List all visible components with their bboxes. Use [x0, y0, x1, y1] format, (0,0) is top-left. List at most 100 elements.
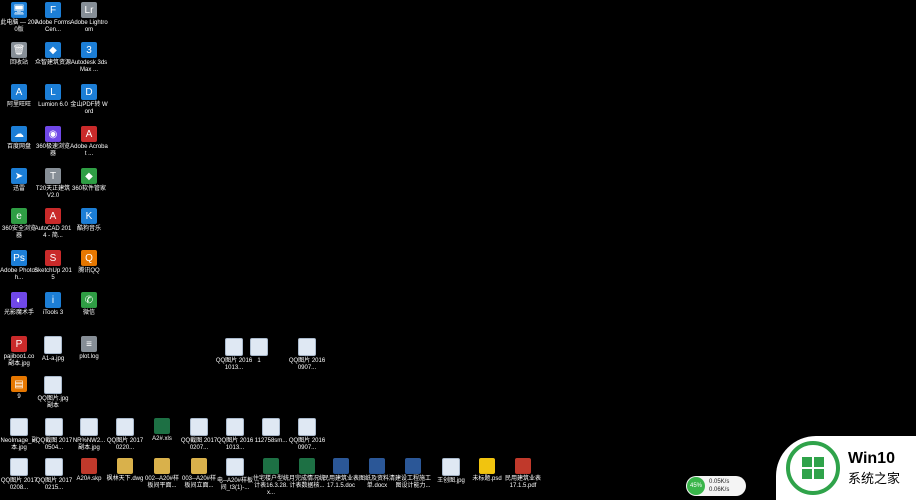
- t20-icon: T: [45, 168, 61, 184]
- download-speed: 0.06K/s: [709, 487, 730, 493]
- desktop-icon-pajibao[interactable]: Ppajiboo1.co 副本.jpg: [0, 336, 38, 368]
- desktop-icon-plotlog[interactable]: ≡ plot.log: [70, 336, 108, 361]
- desktop-icon-label: 9: [17, 394, 21, 400]
- desktop-icon-baidu[interactable]: ☁ 百度网盘: [0, 126, 38, 151]
- a2xls-icon: [154, 418, 170, 434]
- desktop-icon-qqimg3[interactable]: QQ图片 20170220...: [106, 418, 144, 452]
- desktop-icon-label: 此电脑 — 2000版: [0, 20, 38, 33]
- desktop-icon-a2xls[interactable]: A2#.xls: [143, 418, 181, 443]
- desktop-icon-zhongzhi[interactable]: ◆ 众智建筑资源: [34, 42, 72, 67]
- desktop-icon-a20skp[interactable]: A20#.skp: [70, 458, 108, 483]
- desktop-icon-pc[interactable]: 🖥 此电脑 — 2000版: [0, 2, 38, 34]
- desktop-icon-label: 112758sm...: [254, 438, 288, 444]
- desktop-icon-label: 003--A20#样板间立面...: [181, 476, 217, 489]
- tencentqq-icon: Q: [81, 250, 97, 266]
- desktop-icon-a20plan[interactable]: 002--A20#样板间平面...: [143, 458, 181, 490]
- acrobat-icon: A: [81, 126, 97, 142]
- desktop-icon-qqshot2[interactable]: QQ截图 20170207...: [180, 418, 218, 452]
- lightwizard-icon: ◐: [11, 292, 27, 308]
- desktop-icon-formscentral[interactable]: F Adobe FormsCen...: [34, 2, 72, 34]
- watermark-line2: 系统之家: [848, 470, 901, 486]
- desktop-icon-autodesk3ds[interactable]: 3 Autodesk 3ds Max ...: [70, 42, 108, 74]
- desktop-icon-label: plot.log: [79, 354, 99, 360]
- pc-icon: 🖥: [11, 2, 27, 18]
- yuansu-icon: [299, 458, 315, 474]
- desktop-icon-weibiaoti[interactable]: 未标题.psd: [468, 458, 506, 483]
- desktop-icon-qqimg5[interactable]: QQ图片 20160907...: [288, 418, 326, 452]
- desktop-icon-kugou[interactable]: K 酷狗音乐: [70, 208, 108, 233]
- a20ceil-icon: [191, 458, 207, 474]
- desktop-icon-p112758[interactable]: 112758sm...: [252, 418, 290, 445]
- desktop-icon-label: A20#.skp: [76, 476, 102, 482]
- desktop-icon-qqshot1[interactable]: QQ截图 20170504...: [35, 418, 73, 452]
- desktop-icon-t20[interactable]: T T20天正建筑 V2.0: [34, 168, 72, 200]
- baidu-icon: ☁: [11, 126, 27, 142]
- desktop-icon-sketchup[interactable]: S SketchUp 2015: [34, 250, 72, 282]
- desktop-icon-label: iTools 3: [42, 310, 64, 316]
- desktop-icon-lumion[interactable]: L Lumion 6.0: [34, 84, 72, 109]
- desktop-icon-label: QQ图片 20161013...: [216, 438, 254, 451]
- desktop-icon-jianshe[interactable]: 建设工程施工图设计能力...: [394, 458, 432, 490]
- desktop-icon-acrobat[interactable]: A Adobe Acrobat ...: [70, 126, 108, 158]
- desktop-icon-yuansu[interactable]: 月完成情况统计表数据核...: [288, 458, 326, 490]
- desktop-icon-360soft[interactable]: ◆ 360软件管家: [70, 168, 108, 193]
- desktop-icon-nrnw[interactable]: NR%NW2... 副本.jpg: [70, 418, 108, 452]
- desktop-icon-lightwizard[interactable]: ◐ 光影魔术手: [0, 292, 38, 317]
- autodesk3ds-icon: 3: [81, 42, 97, 58]
- network-speed-widget[interactable]: 45% 0.05K/s 0.06K/s: [686, 476, 746, 496]
- desktop-icon-label: 月完成情况统计表数据核...: [288, 476, 325, 489]
- desktop-icon-tuzhi[interactable]: 图纸及资料清单.docx: [358, 458, 396, 490]
- desktop-icon-minyong[interactable]: 民用建筑业表17.1.5.doc: [322, 458, 360, 490]
- 360browser-icon: ◉: [45, 126, 61, 142]
- desktop-icon-jinshanpdf[interactable]: D 金山PDF转 Word: [70, 84, 108, 116]
- desktop-icon-fenglin[interactable]: 枫林天下.dwg: [106, 458, 144, 483]
- desktop-icon-aliwangwang[interactable]: A 阿里旺旺: [0, 84, 38, 109]
- desktop-icon-qqimg6[interactable]: QQ图片 20170208...: [0, 458, 38, 492]
- qqimg7-icon: [45, 458, 63, 476]
- kugou-icon: K: [81, 208, 97, 224]
- desktop-icon-qqjpg[interactable]: QQ图片.jpg 副本: [34, 376, 72, 410]
- qqshot1-icon: [45, 418, 63, 436]
- desktop-icon-label: 迅雷: [12, 186, 25, 192]
- desktop-icon-360browser[interactable]: ◉ 360极速浏览器: [34, 126, 72, 158]
- lumion-icon: L: [45, 84, 61, 100]
- desktop-icon-360safe[interactable]: e 360安全浏览器: [0, 208, 38, 240]
- desktop-icon-minyongpdf[interactable]: 民用建筑业表17.1.5.pdf: [504, 458, 542, 490]
- desktop-icon-wechat[interactable]: ✆ 微信: [70, 292, 108, 317]
- desktop-icon-a20ceil[interactable]: 003--A20#样板间立面...: [180, 458, 218, 490]
- desktop-icon-xunlei[interactable]: ➤ 迅雷: [0, 168, 38, 193]
- desktop-icon-recycle[interactable]: 🗑 回收站: [0, 42, 38, 67]
- desktop-icon-qq2[interactable]: QQ图片 20160907...: [288, 338, 326, 372]
- desktop-icon-label: 002--A20#样板间平面...: [144, 476, 180, 489]
- desktop-icon-one[interactable]: 1: [240, 338, 278, 365]
- desktop-icon-a20sample[interactable]: 电--A20#样板间_t3(1)-...: [216, 458, 254, 492]
- a20skp-icon: [81, 458, 97, 474]
- zhongzhi-icon: ◆: [45, 42, 61, 58]
- desktop-icon-qqimg7[interactable]: QQ图片 20170215...: [35, 458, 73, 492]
- desktop-icon-itools[interactable]: i iTools 3: [34, 292, 72, 317]
- desktop-icon-wangxiao[interactable]: 王创图.jpg: [432, 458, 470, 485]
- one-icon: [250, 338, 268, 356]
- desktop-icon-autocad[interactable]: A AutoCAD 2014 - 简...: [34, 208, 72, 240]
- 360safe-icon: e: [11, 208, 27, 224]
- fenglin-icon: [117, 458, 133, 474]
- desktop-icon-label: 电--A20#样板间_t3(1)-...: [216, 478, 253, 491]
- upload-speed: 0.05K/s: [709, 479, 730, 485]
- desktop-icon-label: 住宅楼户型统计表16.3.28.x...: [252, 476, 289, 496]
- recycle-icon: 🗑: [11, 42, 27, 58]
- desktop-icon-label: 阿里旺旺: [6, 102, 31, 108]
- desktop-icon-tencentqq[interactable]: Q 腾讯QQ: [70, 250, 108, 275]
- desktop-icon-label: 王创图.jpg: [437, 478, 465, 484]
- desktop-icon-nine[interactable]: ▤ 9: [0, 376, 38, 401]
- desktop-icon-label: Adobe Photosh...: [0, 268, 38, 281]
- desktop-icon-neoimage[interactable]: NeoImage_副本.jpg: [0, 418, 38, 452]
- desktop-icon-label: SketchUp 2015: [34, 268, 72, 281]
- desktop-icon-lightroom[interactable]: Lr Adobe Lightroom: [70, 2, 108, 34]
- lightroom-icon: Lr: [81, 2, 97, 18]
- desktop-icon-photoshop[interactable]: Ps Adobe Photosh...: [0, 250, 38, 282]
- desktop-icon-label: 1: [257, 358, 261, 364]
- desktop-icon-stats[interactable]: 住宅楼户型统计表16.3.28.x...: [252, 458, 290, 497]
- desktop-icon-qqimg4[interactable]: QQ图片 20161013...: [216, 418, 254, 452]
- desktop-icon-label: Adobe Lightroom: [70, 20, 108, 33]
- desktop-icon-a1jpg[interactable]: A1-a.jpg: [34, 336, 72, 363]
